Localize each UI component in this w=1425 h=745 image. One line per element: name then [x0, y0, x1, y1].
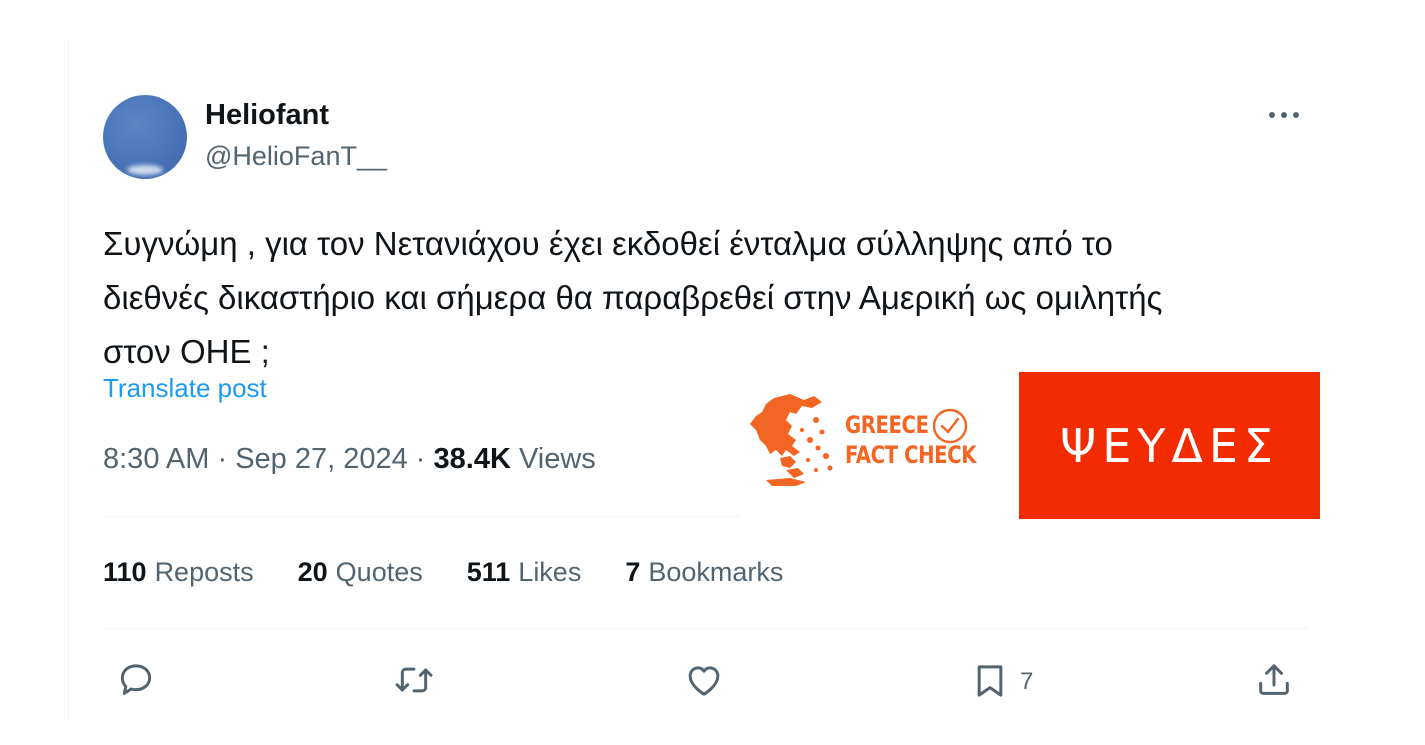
avatar[interactable]: [103, 95, 187, 179]
tweet-detail: Heliofant @HelioFanT__ Συγνώμη , για τον…: [0, 0, 1425, 745]
meta-separator: ·: [209, 443, 236, 475]
translate-post-link[interactable]: Translate post: [103, 373, 267, 404]
verdict-label: ΨΕΥΔΕΣ: [1019, 372, 1320, 519]
bookmark-icon[interactable]: [970, 660, 1010, 702]
tweet-meta: 8:30 AM · Sep 27, 2024 · 38.4K Views: [103, 443, 596, 476]
stat-likes[interactable]: 511 Likes: [467, 557, 582, 591]
views-label: Views: [518, 443, 596, 475]
repost-icon[interactable]: [392, 660, 436, 700]
stat-reposts[interactable]: 110 Reposts: [103, 557, 254, 591]
share-icon[interactable]: [1254, 660, 1294, 700]
bookmark-count: 7: [1020, 668, 1034, 695]
views-count: 38.4K: [433, 443, 511, 475]
meta-separator: ·: [407, 443, 434, 475]
author-display-name[interactable]: Heliofant: [205, 99, 329, 132]
column-border: [68, 40, 69, 720]
reply-icon[interactable]: [116, 660, 156, 700]
check-circle-icon: [931, 407, 969, 445]
divider: [103, 516, 739, 517]
author-handle[interactable]: @HelioFanT__: [205, 141, 387, 172]
greece-map-icon: [750, 394, 833, 486]
engagement-stats: 110 Reposts 20 Quotes 511 Likes 7 Bookmarks: [103, 557, 827, 591]
tweet-date[interactable]: Sep 27, 2024: [235, 443, 408, 475]
stat-quotes[interactable]: 20 Quotes: [298, 557, 423, 591]
more-options-icon[interactable]: [1266, 100, 1306, 130]
tweet-time[interactable]: 8:30 AM: [103, 443, 209, 475]
like-icon[interactable]: [683, 660, 725, 700]
stat-bookmarks[interactable]: 7 Bookmarks: [625, 557, 783, 591]
divider: [103, 628, 1308, 629]
tweet-text: Συγνώμη , για τον Νετανιάχου έχει εκδοθε…: [103, 225, 1163, 370]
